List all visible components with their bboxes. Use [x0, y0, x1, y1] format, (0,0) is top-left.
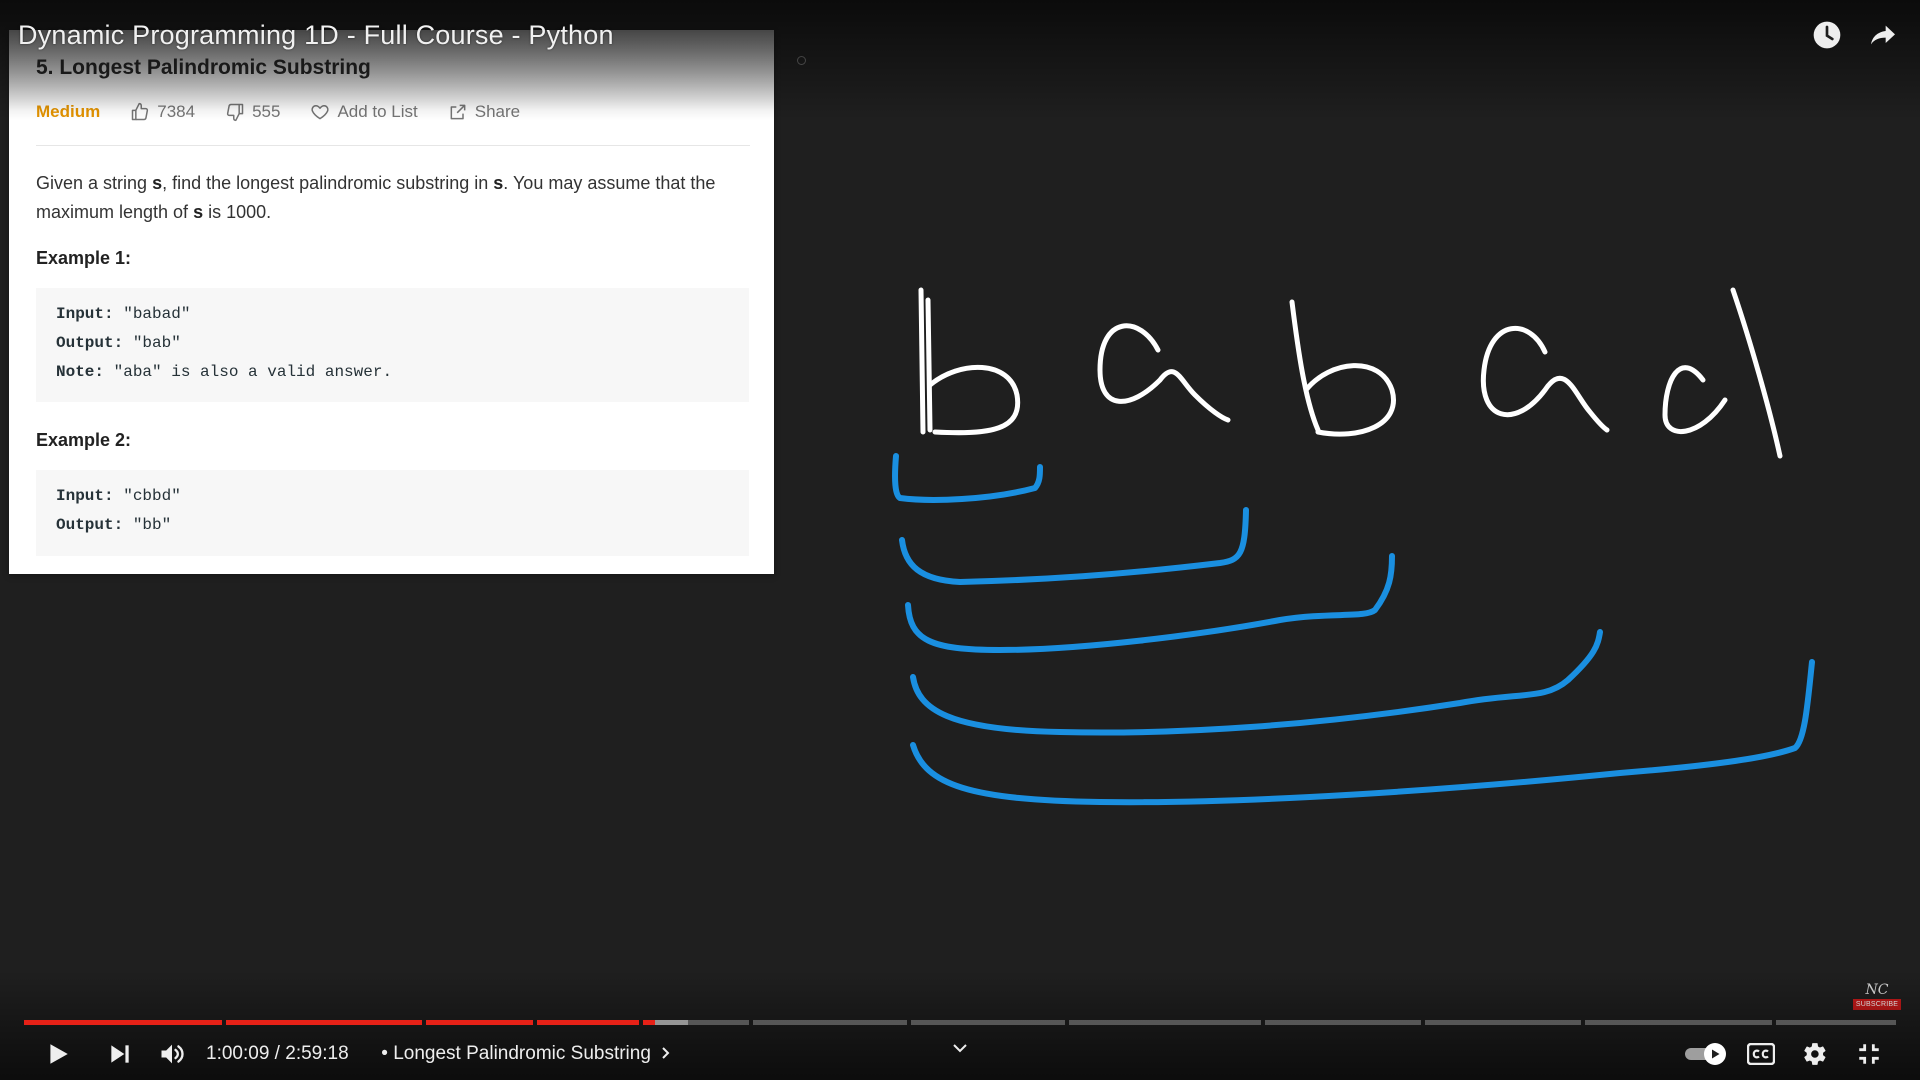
autoplay-toggle[interactable]: [1685, 1042, 1729, 1066]
bracket-baba: [910, 629, 1603, 736]
channel-signature: NC: [1865, 982, 1889, 998]
example-1-heading: Example 1:: [36, 248, 132, 268]
bracket-ba: [899, 507, 1249, 585]
dislike-count: 555: [252, 102, 281, 121]
handwritten-letter-a-2: [1480, 326, 1610, 433]
problem-description: Given a string s, find the longest palin…: [36, 169, 751, 227]
code-line: Input: "babad": [56, 305, 191, 323]
chapter-segment[interactable]: [426, 1020, 533, 1025]
play-icon: [50, 1044, 68, 1064]
chapter-title: Longest Palindromic Substring: [393, 1043, 651, 1064]
chapter-segment[interactable]: [226, 1020, 422, 1025]
code-line: Note: "aba" is also a valid answer.: [56, 363, 393, 381]
current-time: 1:00:09: [206, 1043, 270, 1064]
bracket-babad: [910, 659, 1815, 806]
description-text: , find the longest palindromic substring…: [162, 173, 494, 193]
code-line: Output: "bb": [56, 516, 172, 534]
chapter-segment[interactable]: [911, 1020, 1065, 1025]
volume-icon: [161, 1044, 184, 1064]
next-icon: [111, 1045, 129, 1063]
difficulty-badge: Medium: [36, 102, 101, 121]
captions-button[interactable]: [1744, 1034, 1778, 1074]
description-var: s: [493, 173, 504, 193]
chapter-segment[interactable]: [1265, 1020, 1421, 1025]
share-arrow-icon: [1871, 25, 1895, 45]
video-player[interactable]: 5. Longest Palindromic Substring Medium …: [0, 0, 1920, 1080]
example-1-code: Input: "babad" Output: "bab" Note: "aba"…: [36, 288, 749, 402]
code-line: Input: "cbbd": [56, 487, 181, 505]
thumbs-up-icon: [131, 102, 149, 121]
chapter-dropdown-button[interactable]: [948, 1028, 972, 1068]
chapter-segment[interactable]: [1069, 1020, 1261, 1025]
duration: 2:59:18: [285, 1043, 349, 1064]
add-to-list-button[interactable]: Add to List: [310, 102, 418, 122]
progress-bar[interactable]: [24, 1020, 1896, 1025]
description-var: s: [193, 202, 204, 222]
buffered-segment: [655, 1020, 688, 1025]
example-2-code: Input: "cbbd" Output: "bb": [36, 470, 749, 556]
chapter-segment[interactable]: [753, 1020, 907, 1025]
share-label: Share: [474, 102, 521, 121]
divider: [36, 145, 750, 146]
substring-brackets: [892, 453, 1815, 806]
example-2-heading: Example 2:: [36, 430, 132, 450]
share-problem-button[interactable]: Share: [448, 102, 520, 122]
problem-card: 5. Longest Palindromic Substring Medium …: [9, 30, 774, 574]
chevron-right-icon: [662, 1047, 670, 1059]
chapter-title-button[interactable]: • Longest Palindromic Substring: [376, 1043, 672, 1065]
chapter-segment[interactable]: [1425, 1020, 1581, 1025]
play-button[interactable]: [38, 1034, 78, 1074]
heart-icon: [311, 105, 330, 120]
add-to-list-label: Add to List: [337, 102, 418, 121]
handwritten-letter-d: [1662, 287, 1783, 459]
chapter-segment[interactable]: [688, 1020, 749, 1025]
next-button[interactable]: [100, 1034, 140, 1074]
subscribe-label: SUBSCRIBE: [1852, 999, 1902, 1010]
bracket-b: [892, 453, 1043, 503]
description-text: is 1000.: [203, 202, 272, 222]
cc-icon: [1747, 1043, 1775, 1065]
chapter-segment[interactable]: [24, 1020, 222, 1025]
thumbs-down-icon: [226, 103, 244, 122]
description-var: s: [152, 173, 163, 193]
handwritten-letter-b-2: [1289, 299, 1396, 437]
subscribe-watermark[interactable]: NC SUBSCRIBE: [1852, 972, 1902, 1010]
like-button[interactable]: 7384: [130, 102, 195, 122]
time-display: 1:00:09 / 2:59:18: [206, 1043, 349, 1064]
bracket-bab: [905, 553, 1395, 653]
exit-fullscreen-button[interactable]: [1852, 1034, 1886, 1074]
player-controls: 1:00:09 / 2:59:18 • Longest Palindromic …: [0, 1034, 1920, 1074]
problem-title: 5. Longest Palindromic Substring: [36, 56, 371, 79]
share-video-button[interactable]: [1866, 18, 1900, 52]
autoplay-toggle-icon: [1685, 1043, 1726, 1065]
handwritten-letter-b-1: [918, 287, 1021, 436]
cursor-dot: [797, 56, 806, 65]
chapter-segment[interactable]: [1585, 1020, 1772, 1025]
watch-later-button[interactable]: [1810, 18, 1844, 52]
exit-fullscreen-icon: [1859, 1044, 1879, 1064]
chevron-down-icon: [953, 1044, 967, 1053]
share-box-icon: [450, 104, 466, 120]
code-line: Output: "bab": [56, 334, 181, 352]
problem-meta-row: Medium 7384 555 Add to List Share: [36, 102, 550, 122]
clock-icon: [1813, 21, 1841, 49]
chapter-segment[interactable]: [537, 1020, 639, 1025]
description-text: Given a string: [36, 173, 153, 193]
video-title[interactable]: Dynamic Programming 1D - Full Course - P…: [18, 20, 614, 51]
dislike-button[interactable]: 555: [225, 102, 280, 122]
settings-button[interactable]: [1798, 1034, 1832, 1074]
gear-icon: [1804, 1043, 1826, 1065]
chapter-segment[interactable]: [1776, 1020, 1896, 1025]
volume-button[interactable]: [152, 1034, 192, 1074]
chapter-segment-current[interactable]: [643, 1020, 655, 1025]
like-count: 7384: [157, 102, 196, 121]
handwritten-letter-a-1: [1097, 323, 1231, 423]
top-actions: [1810, 18, 1900, 52]
